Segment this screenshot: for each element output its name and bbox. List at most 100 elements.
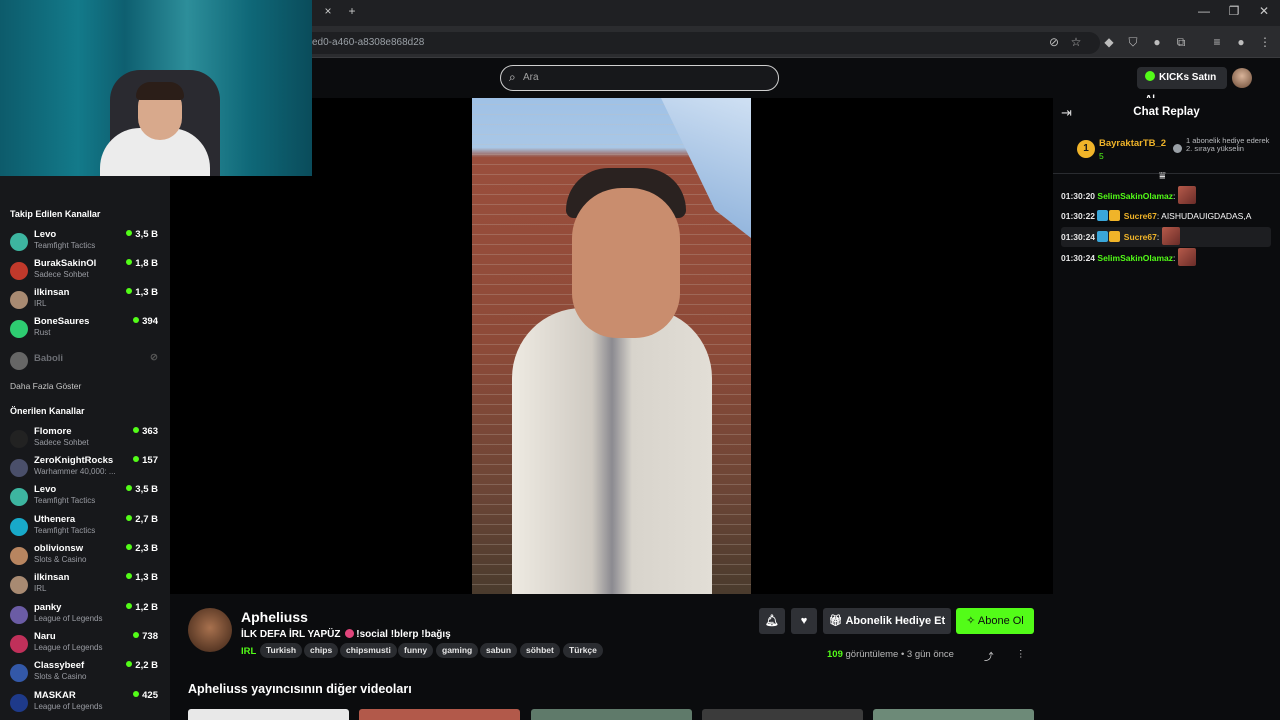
sidebar-item-ilkinsan[interactable]: ilkinsan IRL 1,3 B	[10, 572, 160, 598]
viewer-count: 1,3 B	[126, 572, 158, 583]
window-minimize-button[interactable]: —	[1194, 4, 1214, 18]
gift-subscription-button[interactable]: 🎁︎ Abonelik Hediye Et	[823, 608, 951, 634]
tag[interactable]: Türkçe	[563, 643, 603, 658]
channel-category: Slots & Casino	[34, 555, 87, 564]
kicks-buy-button[interactable]: KICKs Satın Al	[1137, 67, 1227, 105]
chat-message[interactable]: 01:30:20 SelimSakinOlamaz:	[1061, 186, 1271, 206]
chat-message[interactable]: 01:30:24 Sucre67:	[1061, 227, 1271, 247]
channel-category: IRL	[34, 299, 47, 308]
video-thumbnail[interactable]	[188, 709, 349, 720]
live-dot-icon	[126, 603, 133, 609]
follow-button[interactable]: ♥	[791, 608, 817, 634]
star-icon[interactable]: ☆	[1068, 34, 1084, 50]
shield-icon[interactable]: ⛉	[1125, 34, 1141, 50]
message-time: 01:30:22	[1061, 211, 1096, 221]
viewer-count: 425	[133, 690, 158, 701]
window-restore-button[interactable]: ❐	[1224, 4, 1244, 18]
video-face	[572, 188, 680, 338]
gift-leaderboard: 1 BayraktarTB_2 5 1 abonelik hediye eder…	[1053, 126, 1280, 174]
video-thumbnail[interactable]	[359, 709, 520, 720]
tag[interactable]: funny	[398, 643, 434, 658]
tag[interactable]: söhbet	[520, 643, 560, 658]
search-placeholder: Ara	[523, 72, 539, 83]
search-input[interactable]: ⌕ Ara	[500, 65, 779, 91]
sidebar-item-zeroknightrocks[interactable]: ZeroKnightRocks Warhammer 40,000: ... 15…	[10, 455, 160, 481]
sidebar-item-ilkinsan[interactable]: ilkinsan IRL 1,3 B	[10, 287, 160, 313]
sidebar-item-bonesaures[interactable]: BoneSaures Rust 394	[10, 316, 160, 342]
live-dot-icon	[133, 317, 140, 323]
new-tab-button[interactable]: +	[342, 4, 362, 18]
message-colon: :	[1156, 232, 1160, 242]
viewer-count-value: 3,5 B	[135, 229, 158, 240]
sidebar-item-levo[interactable]: Levo Teamfight Tactics 3,5 B	[10, 484, 160, 510]
message-user[interactable]: Sucre67	[1124, 232, 1157, 242]
message-user[interactable]: SelimSakinOlamaz	[1097, 191, 1173, 201]
profile-icon[interactable]: ●	[1233, 34, 1249, 50]
video-title: İLK DEFA İRL YAPÜZ !social !blerp !bağış	[241, 629, 451, 640]
extension-icon[interactable]: ●	[1149, 34, 1165, 50]
message-user[interactable]: Sucre67	[1124, 211, 1157, 221]
video-thumbnail[interactable]	[531, 709, 692, 720]
channel-name: BurakSakinOl	[34, 258, 97, 269]
video-age: 3 gün önce	[906, 649, 954, 660]
webcam-hair	[136, 82, 184, 100]
sidebar-item-panky[interactable]: panky League of Legends 1,2 B	[10, 602, 160, 628]
avatar	[10, 262, 28, 280]
video-thumbnail[interactable]	[873, 709, 1034, 720]
channel-avatar[interactable]	[188, 608, 232, 652]
sidebar-item-naru[interactable]: Naru League of Legends 738	[10, 631, 160, 657]
message-time: 01:30:24	[1061, 253, 1096, 263]
sidebar-item-oblivionsw[interactable]: oblivionsw Slots & Casino 2,3 B	[10, 543, 160, 569]
tab-close-button[interactable]: ×	[318, 4, 338, 18]
live-dot-icon	[126, 515, 133, 521]
emote-icon	[1161, 227, 1180, 245]
sidebar-item-levo[interactable]: Levo Teamfight Tactics 3,5 B	[10, 229, 160, 255]
leaderboard-user[interactable]: BayraktarTB_2	[1099, 138, 1166, 149]
video-thumbnail[interactable]	[702, 709, 863, 720]
url-field[interactable]: ed0-a460-a8308e868d28	[300, 32, 1100, 54]
channel-name: BoneSaures	[34, 316, 90, 327]
share-icon[interactable]: ⤴	[984, 649, 994, 663]
tag[interactable]: chips	[304, 643, 339, 658]
user-avatar[interactable]	[1232, 68, 1252, 88]
show-more-link[interactable]: Daha Fazla Göster	[10, 381, 81, 391]
channel-name: panky	[34, 602, 62, 613]
more-options-icon[interactable]: ⋮	[1016, 649, 1026, 660]
window-close-button[interactable]: ✕	[1254, 4, 1274, 18]
sidebar-item-buraksakinol[interactable]: BurakSakinOl Sadece Sohbet 1,8 B	[10, 258, 160, 284]
sidebar-item-uthenera[interactable]: Uthenera Teamfight Tactics 2,7 B	[10, 514, 160, 540]
chat-message[interactable]: 01:30:24 SelimSakinOlamaz:	[1061, 248, 1271, 268]
sidebar-item-flomore[interactable]: Flomore Sadece Sohbet 363	[10, 426, 160, 452]
channel-name[interactable]: Apheliuss	[241, 609, 308, 625]
channel-category: Teamfight Tactics	[34, 496, 96, 505]
viewer-count: 2,2 B	[126, 660, 158, 671]
tag[interactable]: sabun	[480, 643, 518, 658]
chat-title: Chat Replay	[1133, 106, 1200, 118]
scroll-to-bottom-icon[interactable]: ⩸	[1159, 170, 1166, 183]
puzzle-icon[interactable]: ⧉	[1173, 34, 1189, 50]
sidebar-item-maskar[interactable]: MASKAR League of Legends 425	[10, 690, 160, 716]
notification-button[interactable]: 🔔︎	[759, 608, 785, 634]
video-frame[interactable]	[472, 98, 751, 594]
sidebar-item-baboli[interactable]: Baboli ⊘	[10, 348, 160, 374]
subscriber-badge-icon	[1097, 231, 1109, 242]
chat-message[interactable]: 01:30:22 Sucre67: AISHUDAUIGDADAS,A	[1061, 206, 1271, 226]
avatar	[10, 430, 28, 448]
avatar	[10, 352, 28, 370]
category-link[interactable]: IRL	[241, 646, 256, 657]
subscribe-button[interactable]: ✧ Abone Ol	[956, 608, 1034, 634]
tag[interactable]: chipsmusti	[340, 643, 397, 658]
tag[interactable]: Turkish	[260, 643, 303, 658]
channel-name: Flomore	[34, 426, 72, 437]
viewer-count-value: 157	[142, 455, 158, 466]
eye-off-icon[interactable]: ⊘	[1046, 34, 1062, 50]
extension-icon[interactable]: ◆	[1101, 34, 1117, 50]
avatar	[10, 694, 28, 712]
message-user[interactable]: SelimSakinOlamaz	[1097, 253, 1173, 263]
menu-icon[interactable]: ⋮	[1257, 34, 1273, 50]
media-icon[interactable]: ≡	[1209, 34, 1225, 50]
sidebar-item-classybeef[interactable]: Classybeef Slots & Casino 2,2 B	[10, 660, 160, 686]
gift-subscription-label: Abonelik Hediye Et	[845, 615, 946, 627]
viewer-count: 3,5 B	[126, 484, 158, 495]
tag[interactable]: gaming	[436, 643, 479, 658]
